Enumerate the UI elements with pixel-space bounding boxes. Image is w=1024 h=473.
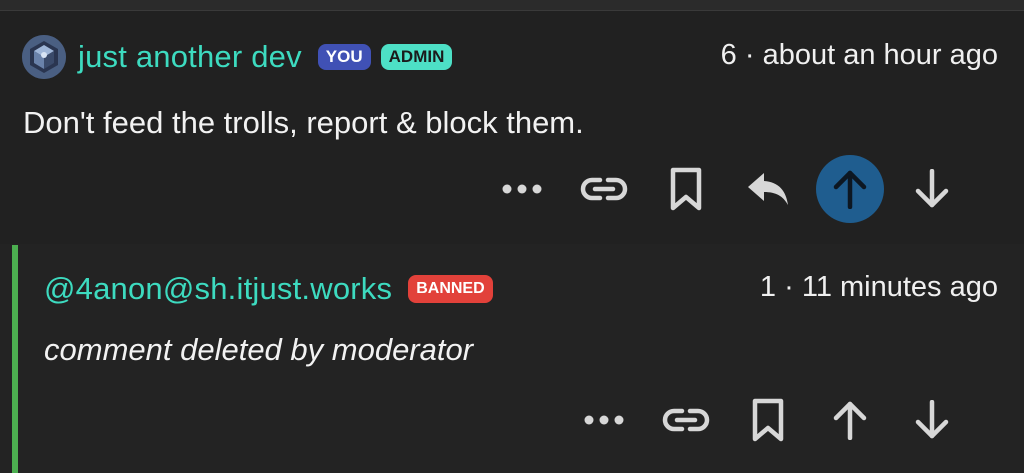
bookmark-button[interactable] xyxy=(652,155,720,223)
username[interactable]: just another dev xyxy=(78,39,302,75)
bookmark-icon xyxy=(752,398,784,442)
meta-separator: · xyxy=(784,271,794,303)
comment-body: comment deleted by moderator xyxy=(44,332,474,367)
reply-indent-bar xyxy=(12,245,18,473)
link-button[interactable] xyxy=(570,155,638,223)
comment-body: Don't feed the trolls, report & block th… xyxy=(23,105,584,140)
downvote-icon xyxy=(915,169,949,208)
score: 1 xyxy=(759,271,777,303)
bookmark-icon xyxy=(670,167,702,211)
you-badge: YOU xyxy=(317,44,371,70)
upvote-icon xyxy=(833,170,867,209)
comment-header: just another dev YOU ADMIN xyxy=(22,35,462,79)
more-button[interactable] xyxy=(488,155,556,223)
upvote-icon xyxy=(833,401,867,440)
reply-button[interactable] xyxy=(734,155,802,223)
admin-badge: ADMIN xyxy=(380,44,453,70)
avatar[interactable] xyxy=(22,35,66,79)
downvote-button[interactable] xyxy=(898,386,966,454)
timestamp[interactable]: about an hour ago xyxy=(763,39,998,71)
more-icon xyxy=(584,415,624,425)
comment-meta: 6 · about an hour ago xyxy=(721,39,998,72)
comment-header: @4anon@sh.itjust.works BANNED xyxy=(44,269,503,309)
more-icon xyxy=(502,184,542,194)
upvote-button[interactable] xyxy=(816,155,884,223)
upvote-button[interactable] xyxy=(816,386,884,454)
downvote-button[interactable] xyxy=(898,155,966,223)
meta-separator: · xyxy=(744,39,755,71)
reply-comment: @4anon@sh.itjust.works BANNED 1 · 11 min… xyxy=(0,245,1024,473)
bookmark-button[interactable] xyxy=(734,386,802,454)
username[interactable]: @4anon@sh.itjust.works xyxy=(44,271,392,307)
reply-icon xyxy=(748,173,788,205)
banned-badge: BANNED xyxy=(408,275,493,303)
score: 6 xyxy=(720,39,737,71)
timestamp[interactable]: 11 minutes ago xyxy=(802,271,998,303)
downvote-icon xyxy=(915,400,949,439)
comment-actions xyxy=(556,385,966,455)
comment: just another dev YOU ADMIN 6 · about an … xyxy=(0,11,1024,244)
comment-actions xyxy=(474,154,966,224)
more-button[interactable] xyxy=(570,386,638,454)
link-icon xyxy=(662,408,710,432)
link-icon xyxy=(580,177,628,201)
link-button[interactable] xyxy=(652,386,720,454)
comment-meta: 1 · 11 minutes ago xyxy=(760,271,998,304)
top-divider xyxy=(0,0,1024,11)
